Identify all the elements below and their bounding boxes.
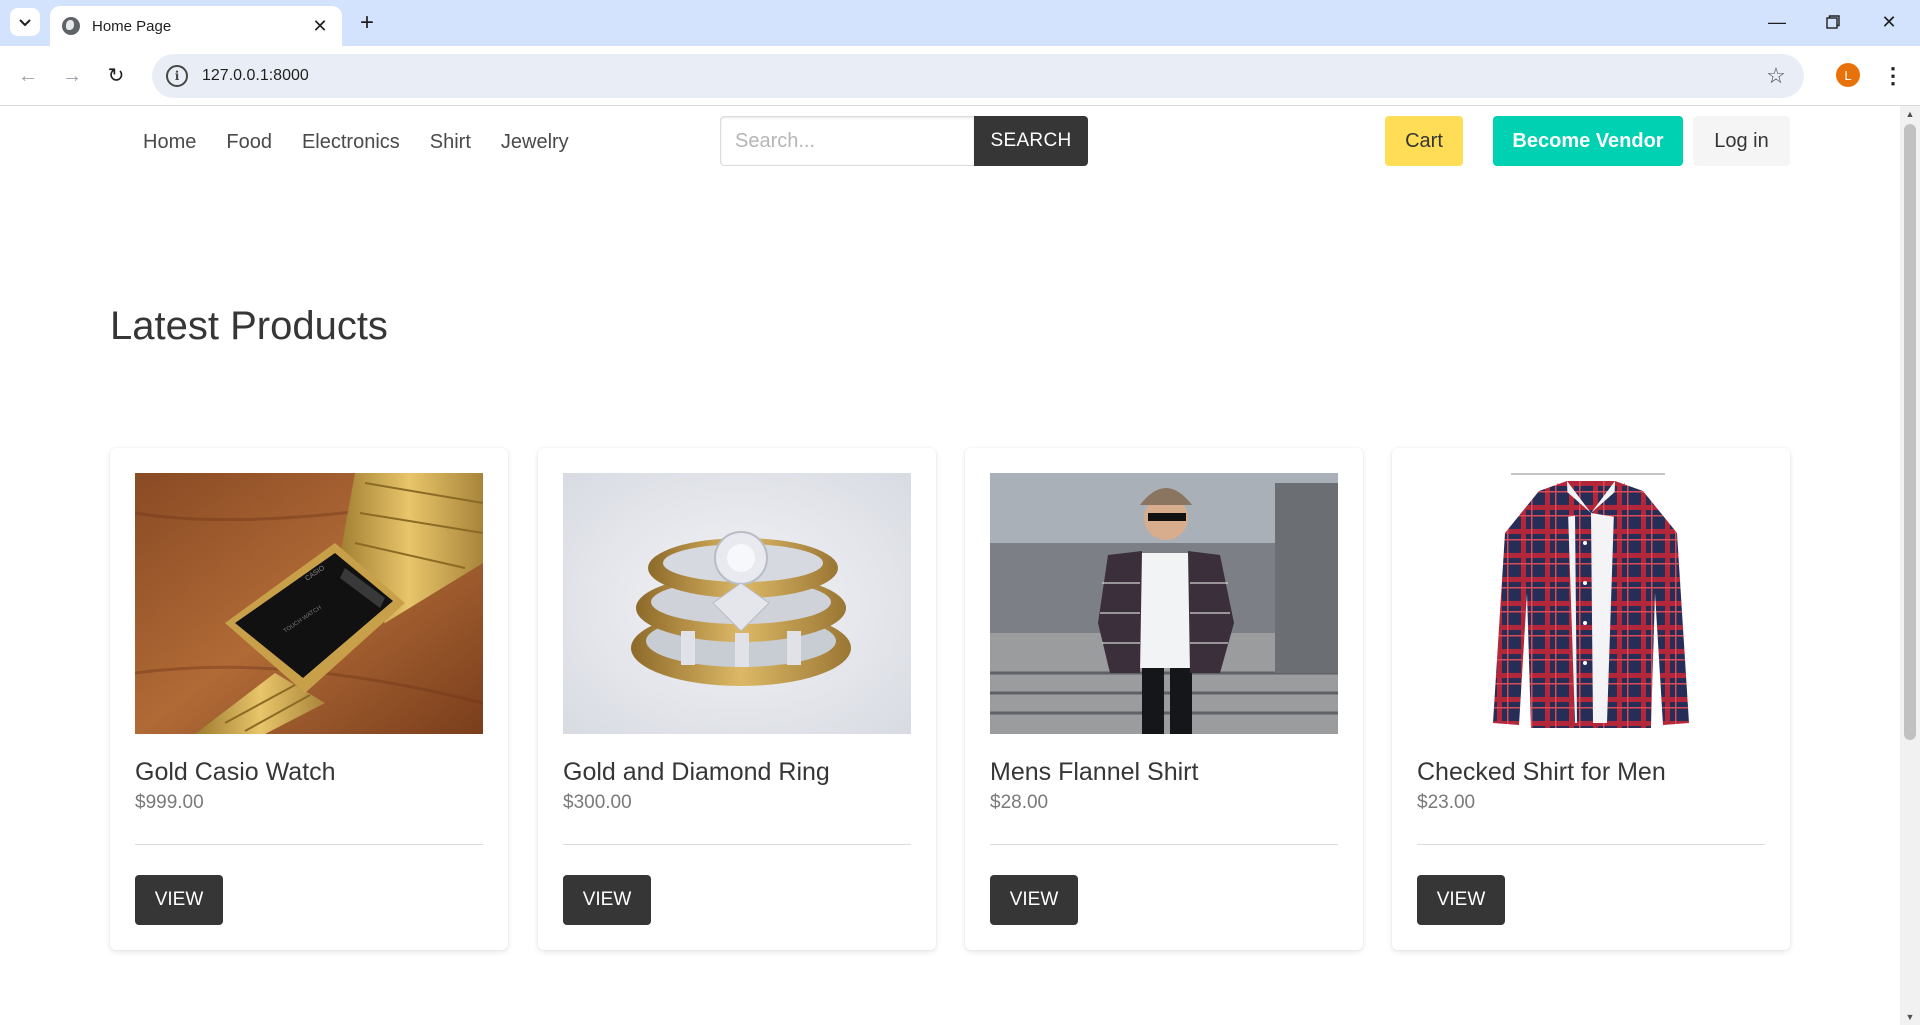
card-divider	[563, 844, 911, 845]
restore-icon[interactable]	[1810, 6, 1856, 38]
product-card: Checked Shirt for Men $23.00 VIEW	[1392, 448, 1790, 950]
new-tab-button[interactable]: +	[352, 8, 382, 38]
back-arrow-icon[interactable]: ←	[12, 60, 44, 92]
page-title: Latest Products	[110, 304, 388, 348]
card-divider	[135, 844, 483, 845]
watch-image[interactable]: CASIO TOUCH WATCH	[135, 473, 483, 734]
search-button[interactable]: SEARCH	[974, 116, 1088, 166]
reload-icon[interactable]: ↻	[100, 60, 132, 92]
url-text[interactable]: 127.0.0.1:8000	[202, 67, 1762, 85]
product-name: Gold Casio Watch	[135, 758, 336, 786]
card-divider	[1417, 844, 1765, 845]
nav-link-shirt[interactable]: Shirt	[415, 116, 486, 168]
tab-search-button[interactable]	[10, 8, 40, 36]
nav-link-home[interactable]: Home	[128, 116, 211, 168]
product-card: Gold and Diamond Ring $300.00 VIEW	[538, 448, 936, 950]
browser-tab-active[interactable]: Home Page ✕	[50, 6, 342, 46]
product-name: Gold and Diamond Ring	[563, 758, 830, 786]
product-price: $23.00	[1417, 792, 1476, 813]
profile-avatar[interactable]: L	[1836, 63, 1860, 87]
nav-links: Home Food Electronics Shirt Jewelry	[128, 116, 584, 168]
view-button[interactable]: VIEW	[135, 875, 223, 925]
become-vendor-button[interactable]: Become Vendor	[1493, 116, 1683, 166]
search-form: SEARCH	[720, 116, 1088, 166]
minimize-icon[interactable]: —	[1754, 6, 1800, 38]
plaid-shirt-image[interactable]	[1417, 473, 1765, 734]
product-name: Checked Shirt for Men	[1417, 758, 1666, 786]
scroll-thumb[interactable]	[1904, 124, 1916, 740]
site-navbar: Home Food Electronics Shirt Jewelry SEAR…	[0, 106, 1900, 178]
search-input[interactable]	[720, 116, 974, 166]
browser-tab-strip: Home Page ✕ + — ✕	[0, 0, 1920, 46]
product-price: $999.00	[135, 792, 204, 813]
product-card: CASIO TOUCH WATCH Gold Casio Watch $999.…	[110, 448, 508, 950]
scroll-up-arrow-icon[interactable]: ▲	[1900, 106, 1920, 122]
view-button[interactable]: VIEW	[563, 875, 651, 925]
nav-link-jewelry[interactable]: Jewelry	[486, 116, 584, 168]
scroll-down-arrow-icon[interactable]: ▼	[1900, 1009, 1920, 1025]
card-divider	[990, 844, 1338, 845]
chevron-down-icon	[19, 19, 31, 27]
cart-button[interactable]: Cart	[1385, 116, 1463, 166]
address-bar[interactable]: i 127.0.0.1:8000 ☆	[152, 54, 1804, 98]
view-button[interactable]: VIEW	[990, 875, 1078, 925]
browser-menu-icon[interactable]: ⋮	[1878, 60, 1908, 92]
product-price: $300.00	[563, 792, 632, 813]
browser-toolbar: ← → ↻ i 127.0.0.1:8000 ☆ L ⋮	[0, 46, 1920, 106]
page-viewport: Home Food Electronics Shirt Jewelry SEAR…	[0, 106, 1920, 1025]
forward-arrow-icon[interactable]: →	[56, 60, 88, 92]
ring-image[interactable]	[563, 473, 911, 734]
tab-title: Home Page	[92, 17, 172, 35]
nav-link-electronics[interactable]: Electronics	[287, 116, 415, 168]
page-scrollbar[interactable]: ▲ ▼	[1900, 106, 1920, 1025]
nav-link-food[interactable]: Food	[211, 116, 287, 168]
man-in-flannel-photo[interactable]	[990, 473, 1338, 734]
site-info-icon[interactable]: i	[166, 65, 188, 87]
view-button[interactable]: VIEW	[1417, 875, 1505, 925]
close-icon[interactable]: ✕	[310, 16, 330, 37]
window-close-icon[interactable]: ✕	[1866, 6, 1912, 38]
login-button[interactable]: Log in	[1693, 116, 1790, 166]
product-price: $28.00	[990, 792, 1049, 813]
bookmark-star-icon[interactable]: ☆	[1762, 62, 1790, 90]
product-card: Mens Flannel Shirt $28.00 VIEW	[965, 448, 1363, 950]
globe-icon	[62, 17, 80, 35]
product-name: Mens Flannel Shirt	[990, 758, 1199, 786]
